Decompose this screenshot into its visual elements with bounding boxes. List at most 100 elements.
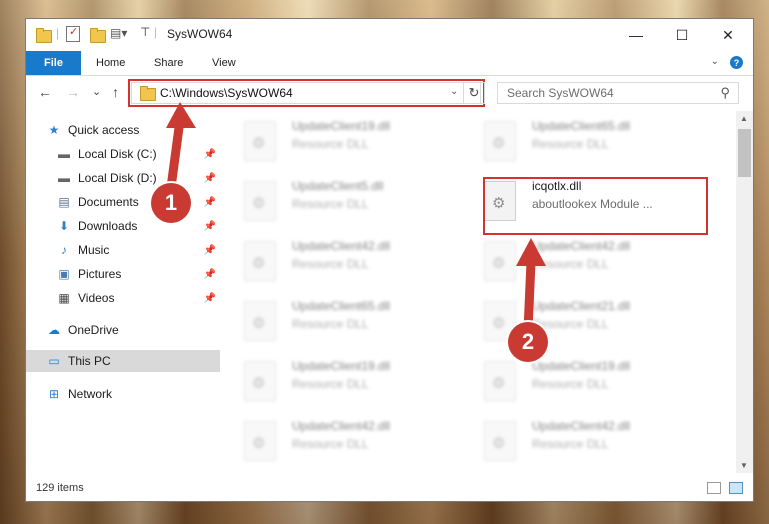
file-item[interactable]: UpdateClient42.dll Resource DLL <box>222 235 452 283</box>
documents-icon: ▤ <box>58 195 70 209</box>
network-icon: ⊞ <box>48 387 60 401</box>
file-type: Resource DLL <box>532 137 609 151</box>
pin-icon[interactable]: 📌 <box>204 245 216 256</box>
file-type: Resource DLL <box>292 197 369 211</box>
sidebar-item-music[interactable]: ♪ Music 📌 <box>26 239 220 261</box>
address-highlight-box <box>128 79 485 107</box>
sidebar-item-network[interactable]: ⊞ Network <box>26 383 220 405</box>
window-title: SysWOW64 <box>167 27 233 41</box>
navigation-pane: ★ Quick access ▬ Local Disk (C:) 📌 ▬ Loc… <box>26 111 220 473</box>
scrollbar-thumb[interactable] <box>738 129 751 177</box>
properties-icon[interactable]: ✓ <box>66 26 80 42</box>
forward-arrow-icon[interactable]: → <box>66 84 80 100</box>
toolbar-dropdown-icon[interactable]: ⊤ <box>140 25 150 39</box>
tab-file[interactable]: File <box>26 51 81 75</box>
videos-icon: ▦ <box>58 291 70 305</box>
sidebar-item-label: Videos <box>78 291 115 305</box>
drive-icon: ▬ <box>58 171 70 185</box>
music-icon: ♪ <box>61 243 67 257</box>
file-type: Resource DLL <box>292 377 369 391</box>
file-name: UpdateClient65.dll <box>292 299 391 313</box>
file-list: UpdateClient19.dll Resource DLL UpdateCl… <box>222 111 736 473</box>
close-button[interactable]: ✕ <box>705 19 751 51</box>
sidebar-item-downloads[interactable]: ⬇ Downloads 📌 <box>26 215 220 237</box>
file-item[interactable]: UpdateClient42.dll Resource DLL <box>462 235 692 283</box>
tab-share[interactable]: Share <box>154 51 183 75</box>
sidebar-item-label: Quick access <box>68 123 140 137</box>
file-item[interactable]: UpdateClient65.dll Resource DLL <box>222 295 452 343</box>
file-type: Resource DLL <box>532 437 609 451</box>
tab-view[interactable]: View <box>212 51 236 75</box>
file-name: UpdateClient19.dll <box>292 119 391 133</box>
sidebar-item-quick-access[interactable]: ★ Quick access <box>26 119 220 141</box>
callout-badge-one: 1 <box>151 183 191 223</box>
scroll-up-icon[interactable]: ▲ <box>740 114 748 123</box>
sidebar-item-label: OneDrive <box>68 323 119 337</box>
refresh-button[interactable]: ↻ <box>463 82 485 104</box>
sidebar-item-videos[interactable]: ▦ Videos 📌 <box>26 287 220 309</box>
file-item[interactable]: UpdateClient19.dll Resource DLL <box>222 115 452 163</box>
cloud-icon: ☁ <box>48 323 60 337</box>
help-icon[interactable]: ? <box>730 56 743 69</box>
file-type: Resource DLL <box>532 377 609 391</box>
callout-badge-two: 2 <box>508 322 548 362</box>
pin-icon[interactable]: 📌 <box>204 293 216 304</box>
file-item[interactable]: UpdateClient19.dll Resource DLL <box>222 355 452 403</box>
dll-file-icon <box>484 421 516 461</box>
file-item[interactable]: UpdateClient42.dll Resource DLL <box>462 415 692 463</box>
file-type: Resource DLL <box>532 257 609 271</box>
dll-file-icon <box>244 421 276 461</box>
file-name: UpdateClient42.dll <box>532 239 631 253</box>
sidebar-item-label: Pictures <box>78 267 122 281</box>
sidebar-item-pictures[interactable]: ▣ Pictures 📌 <box>26 263 220 285</box>
dll-file-icon <box>244 181 276 221</box>
file-item[interactable]: UpdateClient19.dll Resource DLL <box>462 355 692 403</box>
separator: | <box>56 26 60 40</box>
new-folder-icon[interactable] <box>90 28 106 43</box>
dll-file-icon <box>484 241 516 281</box>
sidebar-item-label: Local Disk (D:) <box>78 171 157 185</box>
file-item[interactable]: UpdateClient65.dll Resource DLL <box>462 115 692 163</box>
dll-file-icon <box>484 361 516 401</box>
vertical-scrollbar[interactable]: ▲ ▼ <box>736 111 753 473</box>
sidebar-item-onedrive[interactable]: ☁ OneDrive <box>26 319 220 341</box>
pin-icon[interactable]: 📌 <box>204 221 216 232</box>
star-icon: ★ <box>48 123 60 137</box>
customize-toolbar-icon[interactable]: ▤▾ <box>110 26 127 40</box>
pin-icon[interactable]: 📌 <box>204 269 216 280</box>
search-placeholder: Search SysWOW64 <box>507 86 614 100</box>
file-item[interactable]: UpdateClient5.dll Resource DLL <box>222 175 452 223</box>
minimize-button[interactable]: — <box>613 19 659 51</box>
scroll-down-icon[interactable]: ▼ <box>740 461 748 470</box>
pin-icon[interactable]: 📌 <box>204 173 216 184</box>
file-type: Resource DLL <box>292 137 369 151</box>
dll-file-icon <box>244 121 276 161</box>
dll-file-icon <box>244 301 276 341</box>
back-arrow-icon[interactable]: ← <box>38 84 52 100</box>
tab-home[interactable]: Home <box>96 51 125 75</box>
sidebar-item-local-disk-d[interactable]: ▬ Local Disk (D:) 📌 <box>26 167 220 189</box>
file-item[interactable]: UpdateClient21.dll Resource DLL <box>462 295 692 343</box>
navigation-bar: ← → ⌄ ↑ C:\Windows\SysWOW64 ⌄ ↻ Search S… <box>26 76 753 110</box>
sidebar-item-label: Local Disk (C:) <box>78 147 157 161</box>
sidebar-item-label: Downloads <box>78 219 138 233</box>
file-name: UpdateClient65.dll <box>532 119 631 133</box>
file-item[interactable]: UpdateClient42.dll Resource DLL <box>222 415 452 463</box>
maximize-button[interactable]: ☐ <box>659 19 705 51</box>
large-icons-view-icon[interactable] <box>729 482 743 494</box>
search-icon[interactable]: ⚲ <box>720 85 730 101</box>
sidebar-item-this-pc[interactable]: ▭ This PC <box>26 350 220 372</box>
sidebar-item-local-disk-c[interactable]: ▬ Local Disk (C:) 📌 <box>26 143 220 165</box>
pin-icon[interactable]: 📌 <box>204 149 216 160</box>
expand-ribbon-icon[interactable]: ⌄ <box>711 56 719 67</box>
sidebar-item-label: This PC <box>68 354 111 368</box>
search-input[interactable]: Search SysWOW64 ⚲ <box>497 82 739 104</box>
up-arrow-icon[interactable]: ↑ <box>112 84 119 100</box>
file-name: UpdateClient42.dll <box>532 419 631 433</box>
recent-locations-icon[interactable]: ⌄ <box>92 85 101 98</box>
pin-icon[interactable]: 📌 <box>204 197 216 208</box>
downloads-icon: ⬇ <box>58 219 70 233</box>
details-view-icon[interactable] <box>707 482 721 494</box>
sidebar-item-label: Music <box>78 243 110 257</box>
title-bar: | ✓ ▤▾ ⊤ | SysWOW64 — ☐ ✕ <box>26 19 753 51</box>
